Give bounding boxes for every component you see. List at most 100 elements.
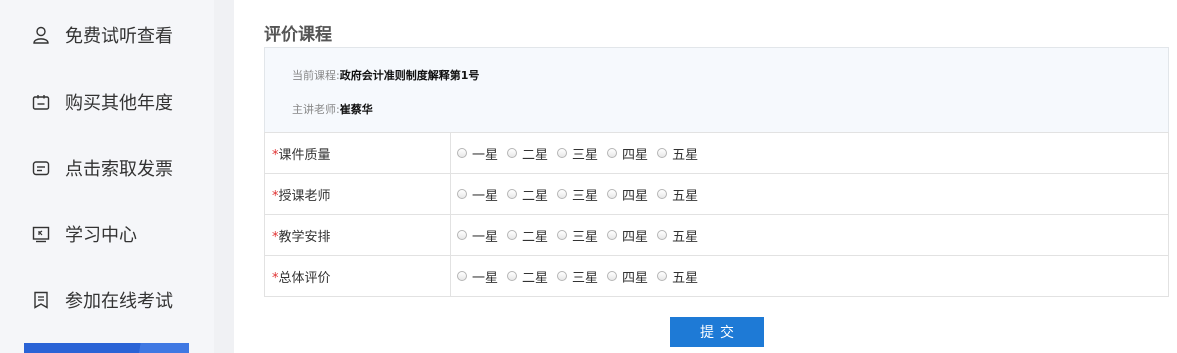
rating-option[interactable]: 二星 [507, 226, 548, 245]
rating-row: *课件质量 一星 二星 三星 四星 五星 [264, 132, 1169, 174]
rating-option-label: 三星 [572, 229, 599, 245]
radio-button[interactable] [607, 148, 618, 158]
rating-option-label: 三星 [572, 270, 599, 286]
rating-criterion-label: 授课老师 [278, 188, 331, 204]
rating-option[interactable]: 二星 [507, 185, 548, 204]
rating-options-cell: 一星 二星 三星 四星 五星 [450, 173, 1169, 215]
rating-option-label: 一星 [472, 229, 499, 245]
rating-option[interactable]: 五星 [657, 185, 698, 204]
rating-criterion-label: 教学安排 [278, 229, 331, 245]
rating-option[interactable]: 一星 [457, 185, 498, 204]
rating-options-cell: 一星 二星 三星 四星 五星 [450, 132, 1169, 174]
rating-criterion-cell: *授课老师 [264, 173, 451, 215]
current-course-label: 当前课程: [292, 69, 340, 82]
rating-option-label: 三星 [572, 147, 599, 163]
rating-options-cell: 一星 二星 三星 四星 五星 [450, 255, 1169, 297]
rating-option-label: 一星 [472, 147, 499, 163]
rating-option-label: 二星 [522, 147, 549, 163]
teacher-value: 崔蔡华 [339, 103, 373, 116]
rating-option[interactable]: 三星 [557, 226, 598, 245]
radio-button[interactable] [507, 230, 518, 240]
teacher-label: 主讲老师: [292, 103, 340, 116]
course-info-box: 当前课程:政府会计准则制度解释第1号 主讲老师:崔蔡华 [264, 47, 1169, 133]
rating-option-label: 四星 [622, 188, 649, 204]
submit-button[interactable]: 提交 [670, 317, 764, 347]
rating-row: *授课老师 一星 二星 三星 四星 五星 [264, 173, 1169, 215]
rating-option-label: 一星 [472, 270, 499, 286]
rating-criterion-cell: *总体评价 [264, 255, 451, 297]
monitor-icon [31, 224, 51, 244]
invoice-icon [31, 158, 51, 178]
calendar-icon [31, 92, 51, 112]
rating-row: *总体评价 一星 二星 三星 四星 五星 [264, 255, 1169, 297]
rating-option[interactable]: 五星 [657, 144, 698, 163]
rating-criterion-cell: *教学安排 [264, 214, 451, 256]
sidebar-divider [214, 0, 234, 353]
rating-criterion-label: 总体评价 [278, 270, 331, 286]
radio-button[interactable] [507, 271, 518, 281]
radio-button[interactable] [507, 148, 518, 158]
radio-button[interactable] [557, 230, 568, 240]
radio-button[interactable] [457, 271, 467, 281]
rating-option-label: 三星 [572, 188, 599, 204]
sidebar-item-label: 免费试听查看 [65, 26, 173, 47]
rating-option[interactable]: 二星 [507, 267, 548, 286]
exam-icon [31, 290, 51, 310]
rating-option-label: 五星 [672, 229, 699, 245]
radio-button[interactable] [607, 271, 618, 281]
rating-option[interactable]: 五星 [657, 226, 698, 245]
rating-criterion-label: 课件质量 [278, 147, 331, 163]
rating-options-cell: 一星 二星 三星 四星 五星 [450, 214, 1169, 256]
radio-button[interactable] [457, 189, 467, 199]
rating-option[interactable]: 四星 [607, 267, 648, 286]
sidebar: 免费试听查看 购买其他年度 点击索取发票 学习中心 参加在线考试 [0, 0, 214, 353]
radio-button[interactable] [557, 189, 568, 199]
sidebar-item-label: 学习中心 [65, 225, 137, 246]
radio-button[interactable] [657, 189, 668, 199]
rating-option[interactable]: 四星 [607, 226, 648, 245]
rating-option-label: 四星 [622, 270, 649, 286]
sidebar-item-label: 参加在线考试 [65, 291, 173, 312]
main-content: 评价课程 当前课程:政府会计准则制度解释第1号 主讲老师:崔蔡华 *课件质量 一星… [264, 0, 1169, 353]
rating-row: *教学安排 一星 二星 三星 四星 五星 [264, 214, 1169, 256]
sidebar-item-invoice[interactable]: 点击索取发票 [31, 153, 173, 183]
radio-button[interactable] [657, 148, 668, 158]
sidebar-item-buy-other-year[interactable]: 购买其他年度 [31, 87, 173, 117]
page-title: 评价课程 [264, 25, 332, 45]
rating-option[interactable]: 五星 [657, 267, 698, 286]
user-icon [31, 25, 51, 45]
rating-option[interactable]: 一星 [457, 267, 498, 286]
radio-button[interactable] [557, 148, 568, 158]
rating-option[interactable]: 一星 [457, 144, 498, 163]
sidebar-item-free-trial[interactable]: 免费试听查看 [31, 20, 173, 50]
rating-option[interactable]: 三星 [557, 267, 598, 286]
sidebar-item-learning-center[interactable]: 学习中心 [31, 219, 137, 249]
rating-option-label: 二星 [522, 270, 549, 286]
rating-option-label: 五星 [672, 147, 699, 163]
sidebar-item-online-exam[interactable]: 参加在线考试 [31, 285, 173, 315]
rating-option-label: 四星 [622, 147, 649, 163]
radio-button[interactable] [657, 271, 668, 281]
current-course-row: 当前课程:政府会计准则制度解释第1号 [292, 67, 479, 83]
rating-option-label: 二星 [522, 188, 549, 204]
radio-button[interactable] [507, 189, 518, 199]
rating-option[interactable]: 一星 [457, 226, 498, 245]
radio-button[interactable] [457, 148, 467, 158]
radio-button[interactable] [557, 271, 568, 281]
rating-option-label: 五星 [672, 188, 699, 204]
radio-button[interactable] [607, 189, 618, 199]
rating-option-label: 一星 [472, 188, 499, 204]
rating-option[interactable]: 四星 [607, 144, 648, 163]
radio-button[interactable] [657, 230, 668, 240]
radio-button[interactable] [457, 230, 467, 240]
radio-button[interactable] [607, 230, 618, 240]
rating-option[interactable]: 二星 [507, 144, 548, 163]
rating-option[interactable]: 四星 [607, 185, 648, 204]
rating-option[interactable]: 三星 [557, 185, 598, 204]
rating-option[interactable]: 三星 [557, 144, 598, 163]
rating-option-label: 二星 [522, 229, 549, 245]
sidebar-item-label: 购买其他年度 [65, 93, 173, 114]
sidebar-active-item[interactable] [24, 343, 189, 353]
rating-option-label: 五星 [672, 270, 699, 286]
rating-table: *课件质量 一星 二星 三星 四星 五星 *授课老师 一星 二星 三星 四星 五星 *教学安排 一星 二星三… [264, 132, 1169, 297]
